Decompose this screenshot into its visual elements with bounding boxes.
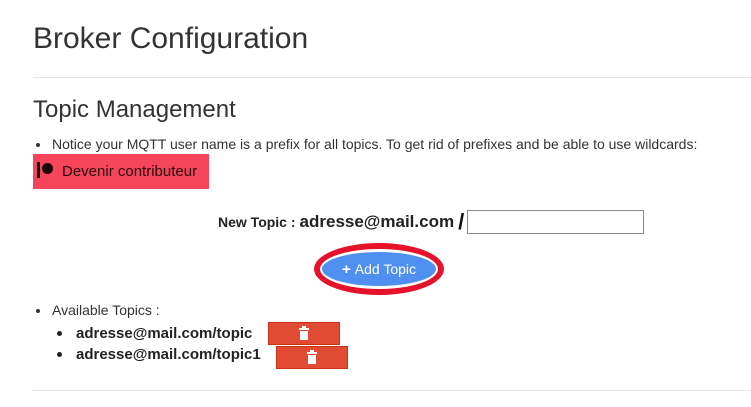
notice-text: Notice your MQTT user name is a prefix f… [52,136,698,152]
page-title: Broker Configuration [33,22,309,55]
section-divider [33,390,751,391]
delete-topic-button[interactable] [276,346,348,369]
topic-bullet [57,331,62,336]
topic-name: adresse@mail.com/topic1 [76,346,261,363]
section-title: Topic Management [33,96,236,123]
topic-list-item: adresse@mail.com/topic1 [57,346,261,363]
new-topic-input[interactable] [467,210,645,234]
new-topic-label: New Topic : [218,214,296,230]
available-topics-label: Available Topics : [52,302,160,318]
topic-name: adresse@mail.com/topic [76,325,253,342]
trash-icon [299,325,309,340]
topic-separator: / [458,209,465,234]
become-contributor-button[interactable]: Devenir contributeur [33,154,209,189]
trash-icon [307,349,317,364]
title-divider [33,77,751,78]
add-topic-button[interactable]: + Add Topic [322,252,436,286]
topic-bullet [57,352,62,357]
add-topic-label: Add Topic [354,261,416,277]
plus-icon: + [342,260,351,278]
new-topic-row: New Topic : adresse@mail.com / [218,209,645,235]
patreon-icon [37,161,57,179]
available-bullet [36,309,40,313]
topic-prefix: adresse@mail.com [299,212,455,231]
become-contributor-label: Devenir contributeur [62,163,198,180]
topic-list-item: adresse@mail.com/topic [57,325,252,342]
notice-bullet [36,143,40,147]
delete-topic-button[interactable] [268,322,340,345]
